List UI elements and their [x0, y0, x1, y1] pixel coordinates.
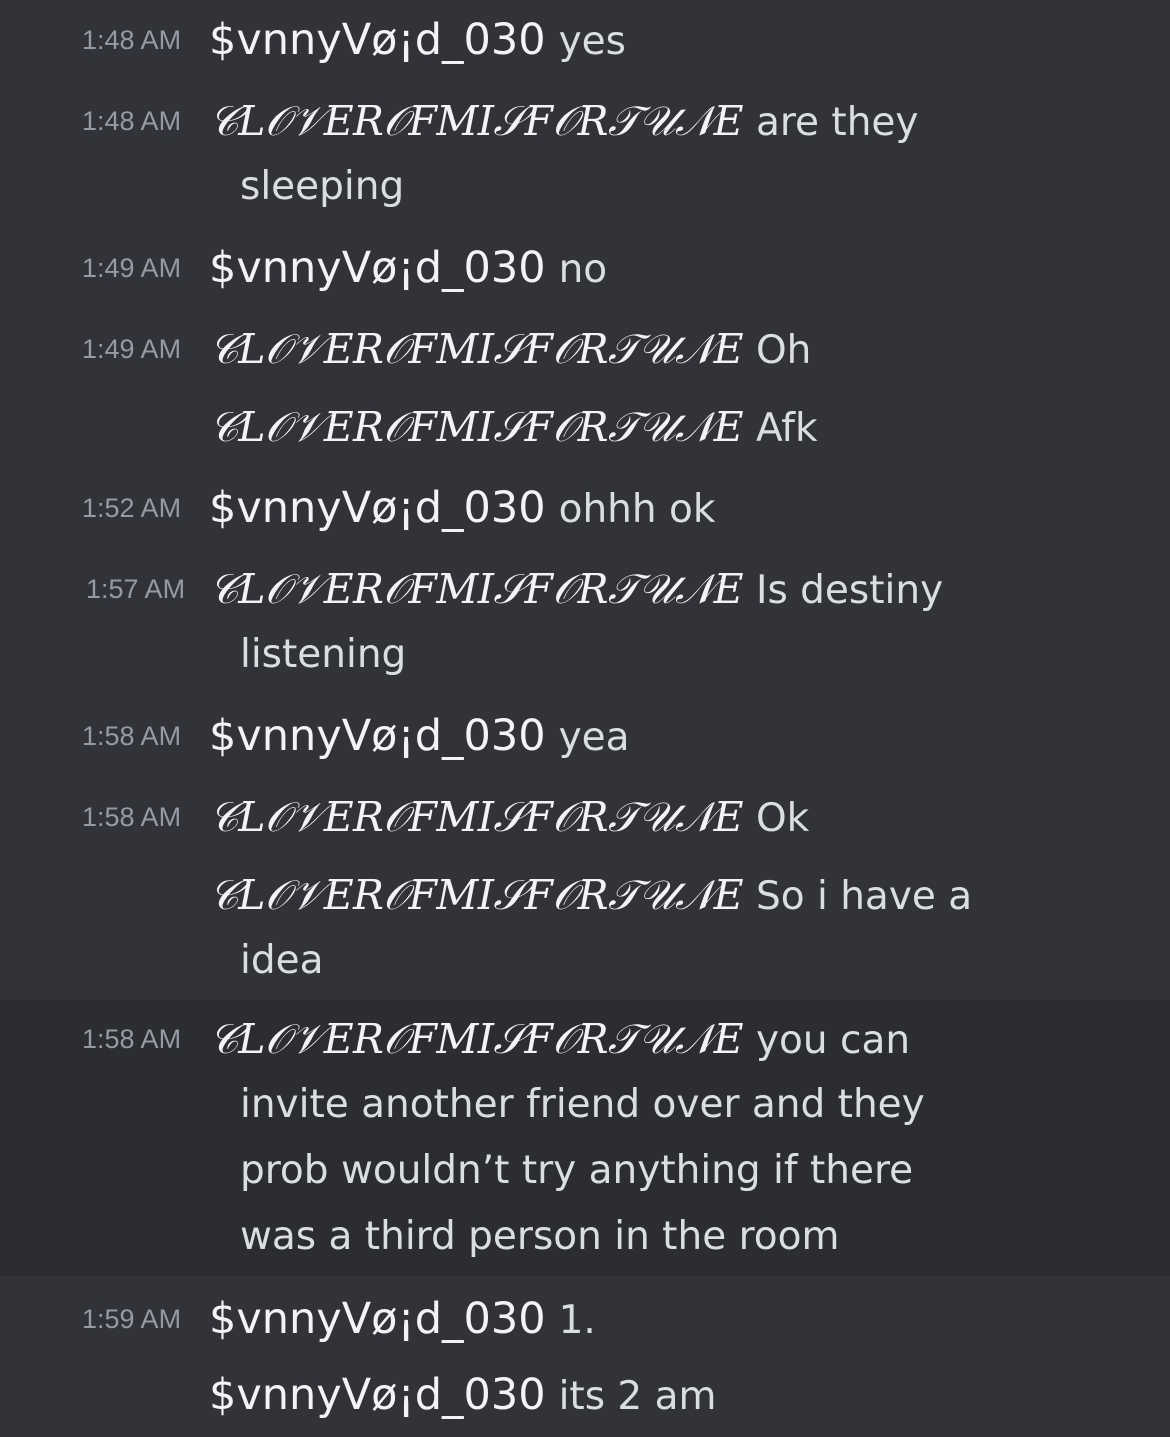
message-timestamp[interactable]: 1:58 AM [82, 784, 198, 850]
message-timestamp[interactable]: 1:52 AM [82, 475, 198, 541]
message-timestamp[interactable] [82, 394, 198, 460]
chat-message[interactable]: 1:49 AM 𝒞𝐿𝒪𝒱𝐸𝑅𝒪𝐹𝑀𝐼𝒮𝐹𝒪𝑅𝒯𝒰𝒩𝐸 Oh [0, 316, 1170, 382]
message-text: you can [755, 1018, 911, 1063]
message-text: 1. [558, 1298, 596, 1343]
message-text: So i have a [755, 874, 973, 919]
message-text: Afk [755, 406, 818, 451]
message-text: are they [755, 100, 919, 145]
chat-log: 1:48 AM $vnnyVø¡d_030 yes 1:48 AM 𝒞𝐿𝒪𝒱𝐸𝑅𝒪… [0, 0, 1170, 1420]
message-text: Oh [755, 328, 812, 373]
message-timestamp[interactable]: 1:59 AM [82, 1286, 198, 1352]
chat-message[interactable]: 1:57 AM 𝒞𝐿𝒪𝒱𝐸𝑅𝒪𝐹𝑀𝐼𝒮𝐹𝒪𝑅𝒯𝒰𝒩𝐸 Is destiny lis… [0, 556, 1170, 688]
message-text-continuation: prob wouldn’t try anything if there [240, 1148, 914, 1193]
message-author[interactable]: $vnnyVø¡d_030 [209, 15, 546, 65]
message-author[interactable]: 𝒞𝐿𝒪𝒱𝐸𝑅𝒪𝐹𝑀𝐼𝒮𝐹𝒪𝑅𝒯𝒰𝒩𝐸 [209, 325, 744, 373]
chat-message[interactable]: 1:49 AM $vnnyVø¡d_030 no [0, 235, 1170, 301]
message-text: its 2 am [558, 1374, 717, 1419]
message-text-continuation: invite another friend over and they [240, 1082, 925, 1127]
message-author[interactable]: $vnnyVø¡d_030 [209, 1370, 546, 1420]
message-timestamp[interactable]: 1:57 AM [86, 556, 202, 622]
message-author[interactable]: 𝒞𝐿𝒪𝒱𝐸𝑅𝒪𝐹𝑀𝐼𝒮𝐹𝒪𝑅𝒯𝒰𝒩𝐸 [209, 871, 744, 919]
chat-message[interactable]: 𝒞𝐿𝒪𝒱𝐸𝑅𝒪𝐹𝑀𝐼𝒮𝐹𝒪𝑅𝒯𝒰𝒩𝐸 So i have a idea [0, 862, 1170, 994]
message-author[interactable]: $vnnyVø¡d_030 [209, 243, 546, 293]
message-text-continuation: listening [240, 632, 407, 677]
chat-message[interactable]: 1:48 AM $vnnyVø¡d_030 yes [0, 7, 1170, 73]
message-text: ohhh ok [558, 487, 716, 532]
message-author[interactable]: 𝒞𝐿𝒪𝒱𝐸𝑅𝒪𝐹𝑀𝐼𝒮𝐹𝒪𝑅𝒯𝒰𝒩𝐸 [209, 97, 744, 145]
message-timestamp[interactable]: 1:58 AM [82, 703, 198, 769]
message-text: no [558, 247, 608, 292]
message-author[interactable]: 𝒞𝐿𝒪𝒱𝐸𝑅𝒪𝐹𝑀𝐼𝒮𝐹𝒪𝑅𝒯𝒰𝒩𝐸 [209, 1015, 744, 1063]
message-author[interactable]: 𝒞𝐿𝒪𝒱𝐸𝑅𝒪𝐹𝑀𝐼𝒮𝐹𝒪𝑅𝒯𝒰𝒩𝐸 [209, 565, 744, 613]
message-text: Is destiny [755, 568, 944, 613]
message-text-continuation: sleeping [240, 164, 405, 209]
message-timestamp[interactable]: 1:48 AM [82, 7, 198, 73]
chat-message[interactable]: 1:52 AM $vnnyVø¡d_030 ohhh ok [0, 475, 1170, 541]
chat-message[interactable]: 𝒞𝐿𝒪𝒱𝐸𝑅𝒪𝐹𝑀𝐼𝒮𝐹𝒪𝑅𝒯𝒰𝒩𝐸 Afk [0, 394, 1170, 460]
message-text-continuation: idea [240, 938, 324, 983]
chat-message[interactable]: 1:58 AM $vnnyVø¡d_030 yea [0, 703, 1170, 769]
message-text: Ok [755, 796, 810, 841]
message-timestamp[interactable]: 1:49 AM [82, 316, 198, 382]
message-timestamp[interactable]: 1:58 AM [82, 1006, 198, 1072]
message-text: yea [558, 715, 630, 760]
message-author[interactable]: $vnnyVø¡d_030 [209, 1294, 546, 1344]
message-author[interactable]: $vnnyVø¡d_030 [209, 483, 546, 533]
message-text-continuation: was a third person in the room [240, 1214, 840, 1259]
message-text: yes [558, 19, 626, 64]
message-timestamp[interactable] [82, 862, 198, 928]
message-author[interactable]: 𝒞𝐿𝒪𝒱𝐸𝑅𝒪𝐹𝑀𝐼𝒮𝐹𝒪𝑅𝒯𝒰𝒩𝐸 [209, 793, 744, 841]
chat-message[interactable]: $vnnyVø¡d_030 its 2 am [0, 1362, 1170, 1428]
message-author[interactable]: 𝒞𝐿𝒪𝒱𝐸𝑅𝒪𝐹𝑀𝐼𝒮𝐹𝒪𝑅𝒯𝒰𝒩𝐸 [209, 403, 744, 451]
message-timestamp[interactable] [82, 1362, 198, 1428]
chat-message-highlighted[interactable]: 1:58 AM 𝒞𝐿𝒪𝒱𝐸𝑅𝒪𝐹𝑀𝐼𝒮𝐹𝒪𝑅𝒯𝒰𝒩𝐸 you can invite… [0, 1000, 1170, 1276]
chat-message[interactable]: 1:58 AM 𝒞𝐿𝒪𝒱𝐸𝑅𝒪𝐹𝑀𝐼𝒮𝐹𝒪𝑅𝒯𝒰𝒩𝐸 Ok [0, 784, 1170, 850]
message-author[interactable]: $vnnyVø¡d_030 [209, 711, 546, 761]
chat-message[interactable]: 1:59 AM $vnnyVø¡d_030 1. [0, 1286, 1170, 1352]
message-timestamp[interactable]: 1:48 AM [82, 88, 198, 154]
message-timestamp[interactable]: 1:49 AM [82, 235, 198, 301]
chat-message[interactable]: 1:48 AM 𝒞𝐿𝒪𝒱𝐸𝑅𝒪𝐹𝑀𝐼𝒮𝐹𝒪𝑅𝒯𝒰𝒩𝐸 are they sleep… [0, 88, 1170, 220]
